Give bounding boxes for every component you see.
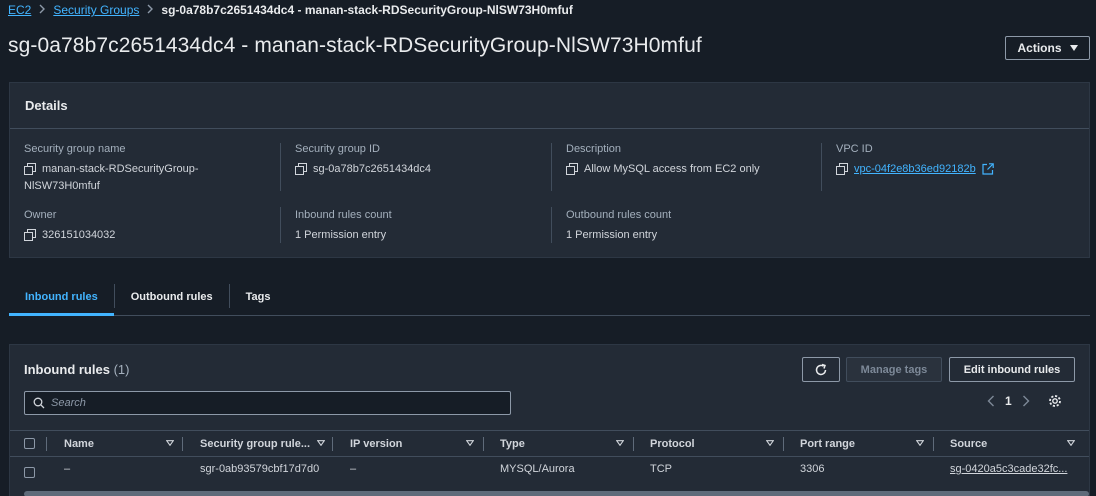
inbound-rules-panel: Inbound rules (1) Manage tags Edit inbou… bbox=[9, 344, 1090, 496]
details-panel: Details Security group name manan-stack-… bbox=[9, 82, 1090, 258]
column-divider bbox=[280, 207, 281, 243]
copy-icon[interactable] bbox=[24, 163, 36, 175]
sort-caret-icon[interactable] bbox=[166, 440, 174, 446]
copy-icon[interactable] bbox=[836, 163, 848, 175]
chevron-left-icon[interactable] bbox=[987, 395, 995, 407]
cell-name: – bbox=[64, 463, 71, 475]
tab-outbound-rules[interactable]: Outbound rules bbox=[115, 280, 229, 314]
chevron-right-icon[interactable] bbox=[1022, 395, 1030, 407]
actions-button-label: Actions bbox=[1017, 41, 1062, 55]
column-divider bbox=[551, 143, 552, 191]
column-divider bbox=[332, 437, 333, 451]
column-header-source[interactable]: Source bbox=[950, 431, 987, 456]
sg-name-value-line2: NlSW73H0mfuf bbox=[24, 180, 100, 192]
inbound-count-label: Inbound rules count bbox=[295, 209, 392, 221]
sg-id-label: Security group ID bbox=[295, 143, 380, 155]
owner-field: Owner 326151034032 bbox=[24, 209, 274, 244]
breadcrumb-current: sg-0a78b7c2651434dc4 - manan-stack-RDSec… bbox=[161, 3, 573, 17]
sort-caret-icon[interactable] bbox=[616, 440, 624, 446]
sg-name-field: Security group name manan-stack-RDSecuri… bbox=[24, 143, 274, 195]
cell-port-range: 3306 bbox=[800, 463, 825, 475]
column-header-name[interactable]: Name bbox=[64, 431, 94, 456]
column-divider bbox=[933, 437, 934, 451]
outbound-count-label: Outbound rules count bbox=[566, 209, 672, 221]
vpc-id-label: VPC ID bbox=[836, 143, 873, 155]
tab-bar: Inbound rules Outbound rules Tags bbox=[9, 280, 1090, 316]
external-link-icon[interactable] bbox=[982, 163, 994, 175]
sg-id-value: sg-0a78b7c2651434dc4 bbox=[313, 163, 432, 175]
refresh-icon bbox=[815, 363, 827, 375]
owner-value: 326151034032 bbox=[42, 229, 116, 241]
edit-inbound-rules-button[interactable]: Edit inbound rules bbox=[949, 357, 1075, 382]
cell-protocol: TCP bbox=[650, 463, 672, 475]
description-value: Allow MySQL access from EC2 only bbox=[584, 163, 760, 175]
inbound-rules-title: Inbound rules (1) bbox=[24, 362, 129, 377]
cell-type: MYSQL/Aurora bbox=[500, 463, 575, 475]
actions-button[interactable]: Actions bbox=[1005, 36, 1090, 60]
description-label: Description bbox=[566, 143, 622, 155]
copy-icon[interactable] bbox=[566, 163, 578, 175]
sg-name-value: manan-stack-RDSecurityGroup- bbox=[42, 163, 199, 175]
column-header-port-range[interactable]: Port range bbox=[800, 431, 855, 456]
sort-caret-icon[interactable] bbox=[916, 440, 924, 446]
vpc-id-field: VPC ID vpc-04f2e8b36ed92182b bbox=[836, 143, 1076, 178]
cell-source-link[interactable]: sg-0420a5c3cade32fc... bbox=[950, 463, 1067, 475]
select-all-checkbox[interactable] bbox=[24, 438, 35, 449]
pagination: 1 bbox=[987, 394, 1062, 408]
cell-ip-version: – bbox=[350, 463, 357, 475]
column-divider bbox=[46, 437, 47, 451]
column-divider bbox=[551, 207, 552, 243]
chevron-right-icon bbox=[39, 3, 46, 17]
sort-caret-icon[interactable] bbox=[317, 440, 325, 446]
breadcrumb-ec2-link[interactable]: EC2 bbox=[8, 3, 31, 17]
cell-rule-id: sgr-0ab93579cbf17d7d0 bbox=[200, 463, 320, 475]
copy-icon[interactable] bbox=[24, 229, 36, 241]
search-icon bbox=[33, 397, 45, 409]
column-divider bbox=[783, 437, 784, 451]
sort-caret-icon[interactable] bbox=[1067, 440, 1075, 446]
sort-caret-icon[interactable] bbox=[466, 440, 474, 446]
search-field[interactable] bbox=[24, 391, 511, 415]
tab-tags[interactable]: Tags bbox=[230, 280, 287, 314]
breadcrumb: EC2 Security Groups sg-0a78b7c2651434dc4… bbox=[8, 2, 573, 18]
column-divider bbox=[182, 437, 183, 451]
column-header-type[interactable]: Type bbox=[500, 431, 525, 456]
details-header: Details bbox=[10, 83, 1089, 129]
page-title: sg-0a78b7c2651434dc4 - manan-stack-RDSec… bbox=[8, 34, 702, 57]
horizontal-scrollbar[interactable] bbox=[24, 491, 1089, 496]
inbound-count-value: 1 Permission entry bbox=[295, 229, 387, 241]
description-field: Description Allow MySQL access from EC2 … bbox=[566, 143, 816, 178]
sg-name-value-line2-wrap: NlSW73H0mfuf bbox=[24, 178, 274, 195]
page-number[interactable]: 1 bbox=[1005, 394, 1012, 408]
manage-tags-button[interactable]: Manage tags bbox=[846, 357, 942, 382]
sg-name-label: Security group name bbox=[24, 143, 126, 155]
search-input[interactable] bbox=[51, 397, 491, 409]
row-checkbox[interactable] bbox=[24, 467, 35, 478]
settings-gear-icon[interactable] bbox=[1048, 394, 1062, 408]
table-header: Name Security group rule... IP version T… bbox=[10, 430, 1089, 457]
outbound-count-value: 1 Permission entry bbox=[566, 229, 658, 241]
sg-id-field: Security group ID sg-0a78b7c2651434dc4 bbox=[295, 143, 545, 178]
column-divider bbox=[280, 143, 281, 191]
inbound-rules-count: (1) bbox=[113, 362, 130, 377]
owner-label: Owner bbox=[24, 209, 57, 221]
inbound-count-field: Inbound rules count 1 Permission entry bbox=[295, 209, 545, 244]
copy-icon[interactable] bbox=[295, 163, 307, 175]
inbound-rules-heading: Inbound rules bbox=[24, 362, 110, 377]
caret-down-icon bbox=[1069, 45, 1078, 51]
tab-inbound-rules[interactable]: Inbound rules bbox=[9, 280, 114, 316]
column-divider bbox=[483, 437, 484, 451]
column-header-protocol[interactable]: Protocol bbox=[650, 431, 695, 456]
column-header-rule-id[interactable]: Security group rule... bbox=[200, 431, 310, 456]
outbound-count-field: Outbound rules count 1 Permission entry bbox=[566, 209, 816, 244]
column-divider bbox=[821, 143, 822, 191]
sort-caret-icon[interactable] bbox=[766, 440, 774, 446]
vpc-id-link[interactable]: vpc-04f2e8b36ed92182b bbox=[854, 161, 976, 178]
chevron-right-icon bbox=[147, 3, 154, 17]
refresh-button[interactable] bbox=[802, 357, 840, 382]
breadcrumb-security-groups-link[interactable]: Security Groups bbox=[53, 3, 139, 17]
column-header-ip-version[interactable]: IP version bbox=[350, 431, 402, 456]
column-divider bbox=[633, 437, 634, 451]
